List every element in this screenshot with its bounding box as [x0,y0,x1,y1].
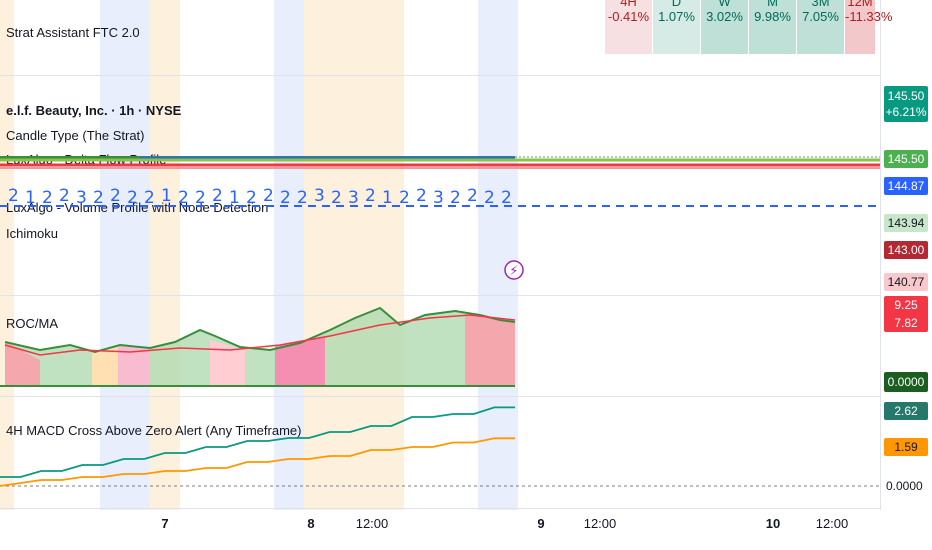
strat-number: 2 [450,188,461,208]
strat-number: 3 [433,188,444,208]
strat-number: 1 [161,186,172,206]
strat-number: 2 [93,188,104,208]
roc-ma-pane [0,306,516,387]
signal-line [0,437,515,487]
time-axis-tick: 12:00 [815,516,849,531]
lightning-icon[interactable]: ⚡ [509,264,518,279]
roc-value-2: 7.82 [894,316,918,330]
strat-number: 2 [178,188,189,208]
strat-number: 1 [25,188,36,208]
strat-number: 2 [263,186,274,206]
price-badge-pink: 140.77 [884,273,928,291]
strat-number: 2 [127,188,138,208]
strat-number: 3 [348,188,359,208]
strat-number: 2 [416,186,427,206]
price-badge-green: 145.50 [884,150,928,168]
price-change-pct: +6.21% [885,105,927,119]
macd-line [0,406,515,478]
price-badge-darkred: 143.00 [884,241,928,259]
strat-number: 2 [144,188,155,208]
strat-number: 2 [212,186,223,206]
macd-badge: 2.62 [884,402,928,420]
price-badge-blue: 144.87 [884,177,928,195]
strat-number-row: 212232222122212222323212232222 [0,186,880,210]
signal-badge: 1.59 [884,438,928,456]
last-price: 145.50 [887,89,925,103]
price-pane[interactable]: ⚡ [0,0,880,510]
strat-number: 2 [365,186,376,206]
strat-number: 2 [110,186,121,206]
time-axis-tick: 10 [765,516,781,531]
strat-number: 2 [8,186,19,206]
time-axis-tick: 7 [161,516,169,531]
strat-number: 2 [331,188,342,208]
time-axis-tick: 9 [537,516,545,531]
strat-number: 1 [229,188,240,208]
strat-number: 2 [280,188,291,208]
strat-number: 2 [467,186,478,206]
strat-number: 2 [59,186,70,206]
strat-number: 2 [195,188,206,208]
time-axis-tick: 12:00 [355,516,389,531]
price-badge-lightgreen: 143.94 [884,214,928,232]
strat-number: 2 [246,188,257,208]
strat-number: 2 [42,188,53,208]
price-axis-border [880,0,881,510]
strat-number: 3 [76,188,87,208]
strat-number: 2 [399,188,410,208]
time-axis-tick: 12:00 [583,516,617,531]
price-main-badge: 145.50 +6.21% [884,86,928,122]
time-axis-tick: 8 [307,516,315,531]
strat-number: 2 [297,188,308,208]
roc-badge: 9.25 7.82 [884,296,928,332]
strat-number: 1 [382,188,393,208]
roc-value-1: 9.25 [894,298,918,312]
macd-zero-label: 0.0000 [886,479,923,493]
strat-number: 2 [484,188,495,208]
zero-badge: 0.0000 [884,372,928,392]
strat-number: 3 [314,186,325,206]
strat-number: 2 [501,188,512,208]
